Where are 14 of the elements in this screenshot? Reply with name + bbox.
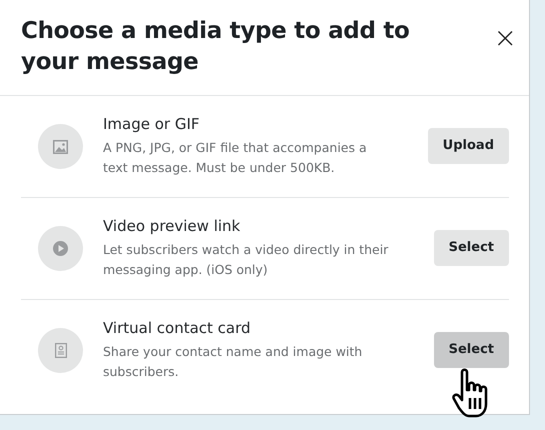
- option-button[interactable]: Select: [434, 332, 509, 368]
- option-description: Share your contact name and image with subscribers.: [103, 343, 364, 381]
- option-title: Image or GIF: [103, 115, 201, 133]
- option-title: Video preview link: [103, 217, 242, 235]
- dialog-title: Choose a media type to add to your message: [21, 17, 411, 77]
- contact-card-icon: [54, 343, 66, 358]
- option-button[interactable]: Select: [434, 230, 509, 266]
- close-button[interactable]: ×: [494, 24, 517, 52]
- image-icon: [53, 140, 68, 154]
- play-icon: [53, 241, 68, 256]
- option-description: A PNG, JPG, or GIF file that accompanies a text message. Must be under 500KB.: [103, 139, 368, 177]
- option-button[interactable]: Upload: [428, 128, 509, 164]
- option-title: Virtual contact card: [103, 319, 252, 337]
- option-description: Let subscribers watch a video directly in their messaging app. (iOS only): [103, 241, 390, 279]
